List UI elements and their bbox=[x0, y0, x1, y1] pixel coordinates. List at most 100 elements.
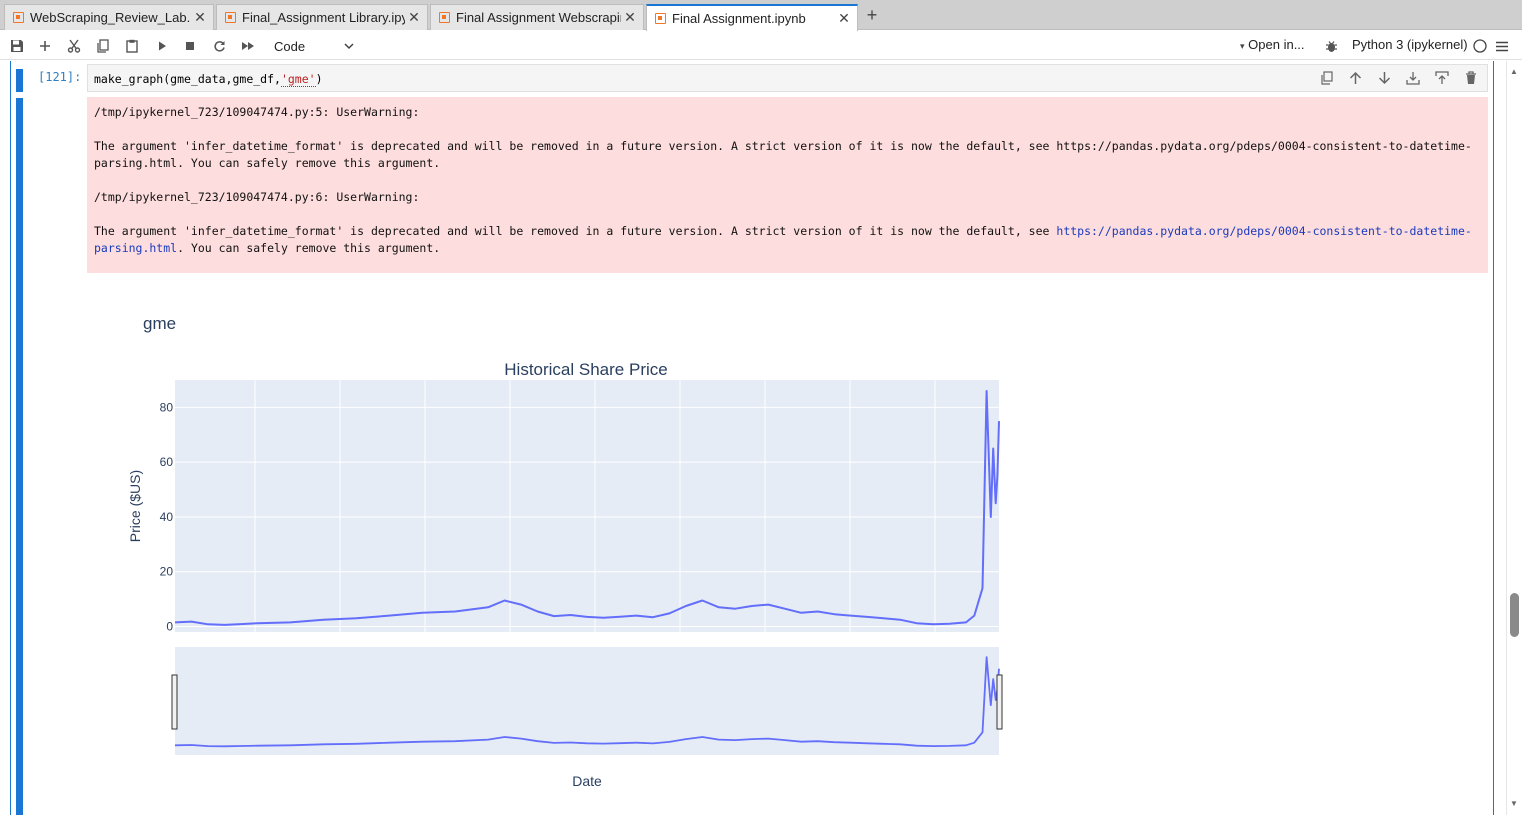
input-collapser[interactable] bbox=[16, 69, 23, 92]
notebook-icon bbox=[655, 13, 666, 24]
warning-text: . You can safely remove this argument. bbox=[177, 241, 441, 255]
x-axis-title: Date bbox=[572, 773, 602, 789]
notebook-toolbar: Code ▾ Open in... Python 3 (ipykernel) bbox=[0, 31, 1522, 60]
delete-cell-button[interactable] bbox=[1461, 69, 1481, 87]
bug-icon bbox=[1325, 40, 1337, 52]
scissors-icon bbox=[67, 39, 81, 53]
code-string-literal: 'gme' bbox=[280, 72, 316, 87]
open-in-label: Open in... bbox=[1248, 37, 1305, 52]
tab-final-assignment-webscraping[interactable]: Final Assignment Webscraping.ipynb ✕ bbox=[430, 4, 644, 30]
cut-button[interactable] bbox=[64, 36, 84, 56]
save-button[interactable] bbox=[7, 36, 27, 56]
tab-label: WebScraping_Review_Lab.ipynb bbox=[30, 10, 191, 25]
code-cell-editor[interactable]: make_graph(gme_data,gme_df,'gme') bbox=[87, 64, 1488, 92]
code-call: make_graph(gme_data,gme_df, bbox=[94, 72, 281, 86]
copy-button[interactable] bbox=[93, 36, 113, 56]
interrupt-button[interactable] bbox=[180, 36, 200, 56]
insert-cell-button[interactable] bbox=[35, 36, 55, 56]
y-tick-label: 80 bbox=[160, 400, 174, 414]
paste-button[interactable] bbox=[122, 36, 142, 56]
trash-icon bbox=[1466, 71, 1476, 84]
scroll-up-icon[interactable]: ▲ bbox=[1510, 67, 1518, 76]
y-axis-title: Price ($US) bbox=[127, 470, 143, 542]
code-close-paren: ) bbox=[315, 72, 323, 86]
notebook-icon bbox=[13, 12, 24, 23]
range-slider-right-handle[interactable] bbox=[996, 674, 1003, 730]
scrollbar-thumb[interactable] bbox=[1510, 593, 1519, 637]
move-cell-up-button[interactable] bbox=[1345, 69, 1365, 87]
fast-forward-icon bbox=[242, 42, 254, 50]
warning-message: The argument 'infer_datetime_format' is … bbox=[94, 139, 1472, 170]
warning-message: The argument 'infer_datetime_format' is … bbox=[94, 223, 1481, 257]
insert-cell-above-button[interactable] bbox=[1403, 69, 1423, 87]
tab-final-assignment-library[interactable]: Final_Assignment Library.ipynb ✕ bbox=[216, 4, 428, 30]
scroll-down-icon[interactable]: ▼ bbox=[1510, 799, 1518, 808]
active-cell-border bbox=[10, 61, 11, 815]
insert-cell-below-button[interactable] bbox=[1432, 69, 1452, 87]
plot-svg: gme Historical Share Price 0 20 40 60 80 Pri… bbox=[127, 314, 1003, 789]
duplicate-cell-button[interactable] bbox=[1316, 69, 1336, 87]
notebook-icon bbox=[225, 12, 236, 23]
code-line[interactable]: make_graph(gme_data,gme_df,'gme') bbox=[94, 72, 323, 87]
warning-header: /tmp/ipykernel_723/109047474.py:6: UserW… bbox=[94, 190, 420, 204]
close-icon[interactable]: ✕ bbox=[193, 9, 207, 26]
duplicate-icon bbox=[1320, 71, 1333, 85]
tab-label: Final_Assignment Library.ipynb bbox=[242, 10, 405, 25]
active-cell-border-right bbox=[1493, 61, 1494, 815]
main-plot-background[interactable] bbox=[175, 380, 999, 632]
y-tick-label: 20 bbox=[160, 565, 174, 579]
kernel-name-button[interactable]: Python 3 (ipykernel) bbox=[1352, 37, 1468, 52]
run-button[interactable] bbox=[152, 36, 172, 56]
play-icon bbox=[159, 41, 166, 51]
y-tick-label: 40 bbox=[160, 510, 174, 524]
save-icon bbox=[11, 40, 23, 52]
hamburger-menu-icon bbox=[1496, 41, 1508, 51]
notebook-scrollbar[interactable]: ▲ ▼ bbox=[1506, 61, 1522, 815]
notebook-tab-bar: WebScraping_Review_Lab.ipynb ✕ Final_Ass… bbox=[0, 0, 1522, 31]
debugger-button[interactable] bbox=[1321, 36, 1341, 56]
y-tick-label: 0 bbox=[166, 620, 173, 634]
notebook-panel[interactable]: [121]: make_graph(gme_data,gme_df,'gme')… bbox=[0, 61, 1506, 815]
chart-title: Historical Share Price bbox=[504, 360, 667, 379]
close-icon[interactable]: ✕ bbox=[837, 10, 851, 27]
move-cell-down-button[interactable] bbox=[1374, 69, 1394, 87]
execution-count-prompt: [121]: bbox=[38, 70, 82, 84]
restart-button[interactable] bbox=[209, 36, 229, 56]
arrow-up-icon bbox=[1349, 71, 1361, 84]
cell-action-toolbar bbox=[1316, 69, 1481, 87]
copy-icon bbox=[97, 39, 109, 53]
y-tick-label: 60 bbox=[160, 455, 174, 469]
cell-type-value: Code bbox=[274, 38, 306, 54]
range-slider-background[interactable] bbox=[175, 647, 999, 755]
output-collapser[interactable] bbox=[16, 98, 23, 815]
plus-icon bbox=[40, 41, 50, 51]
kernel-idle-circle-icon bbox=[1473, 39, 1487, 53]
chevron-down-icon bbox=[344, 42, 354, 49]
close-icon[interactable]: ✕ bbox=[623, 9, 637, 26]
tab-webscraping-review-lab[interactable]: WebScraping_Review_Lab.ipynb ✕ bbox=[4, 4, 214, 30]
stop-icon bbox=[186, 42, 194, 50]
refresh-icon bbox=[213, 40, 225, 52]
warning-text: The argument 'infer_datetime_format' is … bbox=[94, 224, 1057, 238]
cell-type-select[interactable]: Code bbox=[268, 36, 360, 56]
clipboard-icon bbox=[126, 39, 138, 53]
tab-final-assignment[interactable]: Final Assignment.ipynb ✕ bbox=[646, 4, 858, 31]
arrow-down-icon bbox=[1378, 72, 1390, 85]
figure-title: gme bbox=[143, 314, 176, 333]
stderr-output: /tmp/ipykernel_723/109047474.py:5: UserW… bbox=[87, 97, 1488, 273]
kernel-status-indicator bbox=[1470, 36, 1490, 56]
open-in-menu[interactable]: ▾ Open in... bbox=[1240, 37, 1305, 52]
new-tab-button[interactable]: + bbox=[862, 5, 882, 27]
tab-label: Final Assignment.ipynb bbox=[672, 11, 806, 26]
menu-button[interactable] bbox=[1492, 36, 1512, 56]
caret-down-icon: ▾ bbox=[1240, 41, 1245, 51]
tab-label: Final Assignment Webscraping.ipynb bbox=[456, 10, 621, 25]
plotly-figure[interactable]: gme Historical Share Price 0 20 40 60 80 Pri… bbox=[87, 291, 1087, 811]
notebook-icon bbox=[439, 12, 450, 23]
warning-header: /tmp/ipykernel_723/109047474.py:5: UserW… bbox=[94, 105, 420, 119]
range-slider-left-handle[interactable] bbox=[171, 674, 178, 730]
close-icon[interactable]: ✕ bbox=[407, 9, 421, 26]
restart-run-all-button[interactable] bbox=[238, 36, 258, 56]
insert-below-icon bbox=[1435, 71, 1449, 84]
y-axis-ticks: 0 20 40 60 80 bbox=[160, 400, 174, 633]
